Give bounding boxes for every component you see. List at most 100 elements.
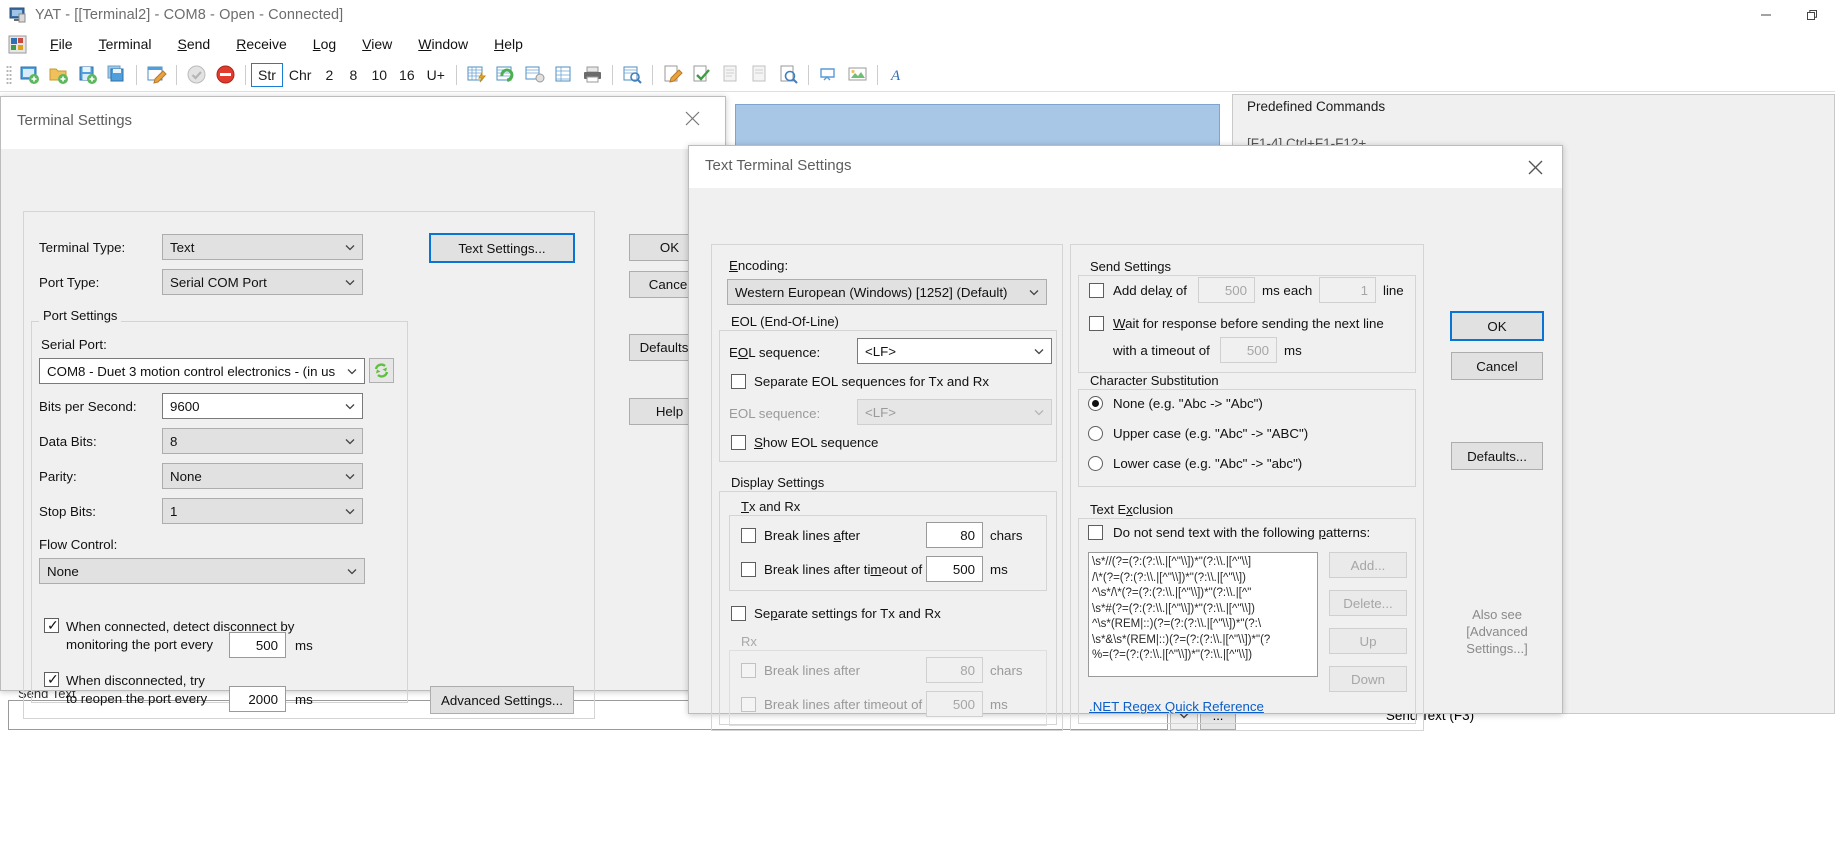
refresh-terminal-icon[interactable] bbox=[491, 61, 520, 89]
text-terminal-settings-close-icon[interactable] bbox=[1512, 146, 1558, 188]
text-terminal-settings-ok-button[interactable]: OK bbox=[1451, 312, 1543, 340]
break-lines-timeout-checkbox[interactable] bbox=[741, 562, 756, 577]
reopen-port-checkbox[interactable]: ✓ bbox=[44, 672, 59, 687]
detect-disconnect-interval-input[interactable]: 500 bbox=[229, 632, 286, 658]
minimize-button[interactable] bbox=[1743, 0, 1789, 30]
edit-log-icon[interactable] bbox=[658, 61, 687, 89]
refresh-ports-icon[interactable] bbox=[369, 358, 394, 383]
new-log-icon[interactable] bbox=[716, 61, 745, 89]
radix-unicode-button[interactable]: U+ bbox=[421, 63, 451, 87]
radix-10-button[interactable]: 10 bbox=[365, 63, 393, 87]
reopen-port-interval-input[interactable]: 2000 bbox=[229, 686, 286, 712]
regex-quick-reference-link[interactable]: .NET Regex Quick Reference bbox=[1089, 699, 1264, 714]
font-icon[interactable]: A bbox=[883, 61, 912, 89]
encoding-value: Western European (Windows) [1252] (Defau… bbox=[735, 284, 1008, 300]
list-item[interactable]: \s*//(?=(?:(?:\\.|[^"\\])*"(?:\\.|[^"\\] bbox=[1092, 555, 1314, 571]
menu-item-send[interactable]: Send bbox=[164, 33, 223, 55]
break-lines-after-input[interactable]: 80 bbox=[926, 522, 983, 548]
rx-break-lines-timeout-unit: ms bbox=[990, 697, 1008, 712]
menu-item-receive[interactable]: Receive bbox=[223, 33, 300, 55]
bits-per-second-combo[interactable]: 9600 bbox=[162, 393, 363, 419]
text-settings-button[interactable]: Text Settings... bbox=[430, 234, 574, 262]
terminal-settings-close-icon[interactable] bbox=[669, 97, 715, 139]
radix-2-button[interactable]: 2 bbox=[317, 63, 341, 87]
parity-label: Parity: bbox=[39, 469, 77, 484]
save-all-icon[interactable] bbox=[102, 61, 131, 89]
chevron-down-icon bbox=[1034, 400, 1044, 424]
exclusion-patterns-listbox[interactable]: \s*//(?=(?:(?:\\.|[^"\\])*"(?:\\.|[^"\\]… bbox=[1088, 552, 1318, 677]
do-not-send-checkbox[interactable] bbox=[1088, 525, 1103, 540]
clear-log-icon[interactable] bbox=[745, 61, 774, 89]
add-pattern-button[interactable]: Add... bbox=[1329, 552, 1407, 578]
picture-icon[interactable] bbox=[843, 61, 872, 89]
list-item[interactable]: \s*#(?=(?:(?:\\.|[^"\\])*"(?:\\.|[^"\\]) bbox=[1092, 602, 1314, 618]
encoding-combo[interactable]: Western European (Windows) [1252] (Defau… bbox=[727, 279, 1047, 305]
advanced-settings-button[interactable]: Advanced Settings... bbox=[430, 686, 574, 714]
list-item[interactable]: ^\s*/\*(?=(?:(?:\\.|[^"\\])*"(?:\\.|[^" bbox=[1092, 586, 1314, 602]
menu-item-file[interactable]: File bbox=[37, 33, 86, 55]
detect-disconnect-checkbox[interactable]: ✓ bbox=[44, 618, 59, 633]
connect-icon[interactable] bbox=[182, 61, 211, 89]
data-bits-combo[interactable]: 8 bbox=[162, 428, 363, 454]
also-see-line-2: [Advanced bbox=[1466, 624, 1528, 639]
stop-bits-combo[interactable]: 1 bbox=[162, 498, 363, 524]
text-terminal-settings-cancel-button[interactable]: Cancel bbox=[1451, 352, 1543, 380]
open-terminal-icon[interactable] bbox=[44, 61, 73, 89]
menu-item-view[interactable]: View bbox=[349, 33, 405, 55]
radix-str-button[interactable]: Str bbox=[251, 62, 283, 87]
print-icon[interactable] bbox=[578, 61, 607, 89]
menu-item-window[interactable]: Window bbox=[405, 33, 481, 55]
menu-item-log[interactable]: Log bbox=[300, 33, 349, 55]
grid-terminal-icon[interactable] bbox=[549, 61, 578, 89]
wait-response-checkbox[interactable] bbox=[1089, 316, 1104, 331]
port-type-combo[interactable]: Serial COM Port bbox=[162, 269, 363, 295]
show-eol-checkbox[interactable] bbox=[731, 435, 746, 450]
open-log-folder-icon[interactable] bbox=[774, 61, 803, 89]
menu-item-help[interactable]: Help bbox=[481, 33, 536, 55]
disconnect-icon[interactable] bbox=[211, 61, 240, 89]
terminal-settings-icon[interactable] bbox=[462, 61, 491, 89]
add-delay-lines-unit: line bbox=[1383, 283, 1404, 298]
separate-eol-checkbox[interactable] bbox=[731, 374, 746, 389]
add-delay-checkbox[interactable] bbox=[1089, 283, 1104, 298]
monitor-icon[interactable] bbox=[814, 61, 843, 89]
serial-port-combo[interactable]: COM8 - Duet 3 motion control electronics… bbox=[39, 358, 365, 384]
move-down-button[interactable]: Down bbox=[1329, 666, 1407, 692]
move-up-button[interactable]: Up bbox=[1329, 628, 1407, 654]
eol-sequence-combo[interactable]: <LF> bbox=[857, 338, 1052, 364]
char-sub-none-radio[interactable] bbox=[1088, 396, 1103, 411]
rx-break-lines-timeout-input: 500 bbox=[926, 691, 983, 717]
list-item[interactable]: /\*(?=(?:(?:\\.|[^"\\])*"(?:\\.|[^"\\]) bbox=[1092, 571, 1314, 587]
restore-button[interactable] bbox=[1789, 0, 1835, 30]
rx-group-label: Rx bbox=[737, 634, 761, 649]
flow-control-combo[interactable]: None bbox=[39, 558, 365, 584]
terminal-type-combo[interactable]: Text bbox=[162, 234, 363, 260]
validate-icon[interactable] bbox=[687, 61, 716, 89]
list-item[interactable]: \s*&\s*(REM|::)(?=(?:(?:\\.|[^"\\])*"(? bbox=[1092, 633, 1314, 649]
toolbar-separator-7 bbox=[807, 64, 809, 85]
save-terminal-icon[interactable] bbox=[73, 61, 102, 89]
menu-item-terminal[interactable]: Terminal bbox=[86, 33, 165, 55]
list-item[interactable]: %=(?=(?:(?:\\.|[^"\\])*"(?:\\.|[^"\\]) bbox=[1092, 648, 1314, 664]
find-terminal-icon[interactable] bbox=[618, 61, 647, 89]
eol-group-label: EOL (End-Of-Line) bbox=[727, 314, 843, 329]
svg-text:A: A bbox=[890, 68, 901, 84]
edit-terminal-icon[interactable] bbox=[142, 61, 171, 89]
break-lines-timeout-input[interactable]: 500 bbox=[926, 556, 983, 582]
parity-combo[interactable]: None bbox=[162, 463, 363, 489]
radix-chr-button[interactable]: Chr bbox=[283, 63, 318, 87]
radix-16-button[interactable]: 16 bbox=[393, 63, 421, 87]
toolbar-grip[interactable] bbox=[6, 64, 12, 85]
radix-8-button[interactable]: 8 bbox=[341, 63, 365, 87]
copy-terminal-icon[interactable] bbox=[520, 61, 549, 89]
new-terminal-icon[interactable] bbox=[15, 61, 44, 89]
separate-settings-checkbox[interactable] bbox=[731, 606, 746, 621]
list-item[interactable]: ^\s*(REM|::)(?=(?:(?:\\.|[^"\\])*"(?:\ bbox=[1092, 617, 1314, 633]
stop-bits-label: Stop Bits: bbox=[39, 504, 96, 519]
char-sub-upper-radio[interactable] bbox=[1088, 426, 1103, 441]
text-terminal-settings-defaults-button[interactable]: Defaults... bbox=[1451, 442, 1543, 470]
delete-pattern-button[interactable]: Delete... bbox=[1329, 590, 1407, 616]
break-lines-after-checkbox[interactable] bbox=[741, 528, 756, 543]
char-sub-none-label: None (e.g. "Abc -> "Abc") bbox=[1113, 396, 1263, 411]
char-sub-lower-radio[interactable] bbox=[1088, 456, 1103, 471]
